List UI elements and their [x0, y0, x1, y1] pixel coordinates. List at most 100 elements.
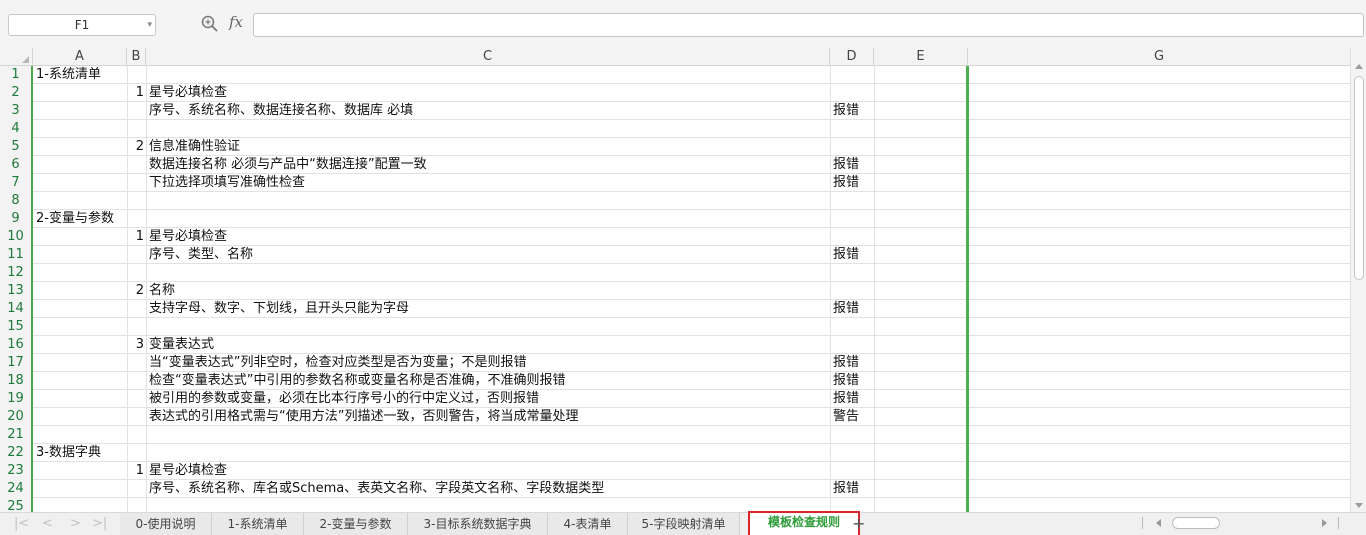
cell-a[interactable] [36, 138, 126, 156]
scroll-right-icon[interactable] [1322, 519, 1327, 527]
cell-a[interactable] [36, 318, 126, 336]
cell-c[interactable]: 变量表达式 [149, 336, 829, 354]
row-header[interactable]: 17 [0, 354, 33, 372]
cell-d[interactable] [833, 498, 873, 512]
cell-c[interactable] [149, 264, 829, 282]
cell-b[interactable] [127, 264, 144, 282]
cell-a[interactable] [36, 372, 126, 390]
row-header[interactable]: 9 [0, 210, 33, 228]
cell-b[interactable] [127, 246, 144, 264]
cell-c[interactable] [149, 210, 829, 228]
cell-a[interactable] [36, 426, 126, 444]
row-header[interactable]: 20 [0, 408, 33, 426]
vertical-scrollbar[interactable] [1350, 48, 1366, 512]
cell-c[interactable]: 星号必填检查 [149, 84, 829, 102]
cell-d[interactable]: 报错 [833, 246, 873, 264]
scroll-left-icon[interactable] [1156, 519, 1161, 527]
cell-a[interactable] [36, 282, 126, 300]
prev-sheet-icon[interactable]: < [42, 516, 53, 531]
cell-b[interactable] [127, 498, 144, 512]
cell-a[interactable] [36, 498, 126, 512]
row-header[interactable]: 10 [0, 228, 33, 246]
row-header[interactable]: 18 [0, 372, 33, 390]
cell-b[interactable]: 1 [127, 228, 144, 246]
row-header[interactable]: 24 [0, 480, 33, 498]
cell-c[interactable]: 数据连接名称 必须与产品中“数据连接”配置一致 [149, 156, 829, 174]
cell-d[interactable]: 报错 [833, 156, 873, 174]
row-header[interactable]: 3 [0, 102, 33, 120]
cell-c[interactable]: 名称 [149, 282, 829, 300]
cell-c[interactable]: 序号、系统名称、库名或Schema、表英文名称、字段英文名称、字段数据类型 [149, 480, 829, 498]
row-header[interactable]: 2 [0, 84, 33, 102]
sheet-tab[interactable]: 模板检查规则 [748, 511, 860, 535]
cell-b[interactable] [127, 372, 144, 390]
cell-a[interactable] [36, 480, 126, 498]
column-header-g[interactable]: G [968, 48, 1350, 66]
row-header[interactable]: 12 [0, 264, 33, 282]
cell-d[interactable] [833, 426, 873, 444]
cell-b[interactable] [127, 444, 144, 462]
fx-icon[interactable]: fx [229, 13, 243, 31]
sheet-tab[interactable]: 3-目标系统数据字典 [408, 513, 548, 535]
cell-d[interactable]: 报错 [833, 354, 873, 372]
column-header-e[interactable]: E [874, 48, 968, 66]
column-header-b[interactable]: B [127, 48, 146, 66]
row-header[interactable]: 5 [0, 138, 33, 156]
cell-c[interactable] [149, 66, 829, 84]
cell-d[interactable] [833, 228, 873, 246]
cell-b[interactable] [127, 210, 144, 228]
cell-b[interactable] [127, 426, 144, 444]
cell-a[interactable]: 3-数据字典 [36, 444, 126, 462]
cell-b[interactable]: 2 [127, 138, 144, 156]
cell-c[interactable]: 当“变量表达式”列非空时，检查对应类型是否为变量；不是则报错 [149, 354, 829, 372]
cell-c[interactable] [149, 444, 829, 462]
cell-b[interactable]: 2 [127, 282, 144, 300]
row-header[interactable]: 7 [0, 174, 33, 192]
cell-a[interactable] [36, 174, 126, 192]
cell-c[interactable]: 序号、类型、名称 [149, 246, 829, 264]
column-header-a[interactable]: A [33, 48, 127, 66]
cell-b[interactable] [127, 390, 144, 408]
sheet-tab[interactable]: 2-变量与参数 [304, 513, 408, 535]
row-header[interactable]: 23 [0, 462, 33, 480]
last-sheet-icon[interactable]: >| [92, 516, 107, 531]
cell-a[interactable]: 2-变量与参数 [36, 210, 126, 228]
select-all-corner[interactable] [0, 48, 33, 66]
sheet-tab[interactable]: 4-表清单 [548, 513, 628, 535]
cell-a[interactable] [36, 462, 126, 480]
cell-a[interactable] [36, 228, 126, 246]
cell-d[interactable] [833, 264, 873, 282]
cell-b[interactable] [127, 192, 144, 210]
cell-b[interactable] [127, 354, 144, 372]
first-sheet-icon[interactable]: |< [14, 516, 29, 531]
hscroll-thumb[interactable] [1172, 517, 1220, 529]
cell-a[interactable] [36, 300, 126, 318]
row-header[interactable]: 16 [0, 336, 33, 354]
name-box-dropdown-icon[interactable]: ▾ [147, 15, 152, 35]
row-header[interactable]: 13 [0, 282, 33, 300]
column-header-c[interactable]: C [146, 48, 830, 66]
cell-d[interactable] [833, 192, 873, 210]
cell-c[interactable]: 检查“变量表达式”中引用的参数名称或变量名称是否准确，不准确则报错 [149, 372, 829, 390]
cell-a[interactable] [36, 84, 126, 102]
cell-c[interactable] [149, 426, 829, 444]
add-sheet-icon[interactable]: + [852, 514, 865, 533]
row-header[interactable]: 19 [0, 390, 33, 408]
cell-b[interactable] [127, 408, 144, 426]
cell-d[interactable] [833, 444, 873, 462]
cell-c[interactable] [149, 498, 829, 512]
next-sheet-icon[interactable]: > [70, 516, 81, 531]
horizontal-scrollbar[interactable] [1142, 517, 1342, 531]
cell-a[interactable] [36, 102, 126, 120]
cell-b[interactable] [127, 300, 144, 318]
cell-a[interactable] [36, 390, 126, 408]
cell-a[interactable] [36, 246, 126, 264]
scroll-down-icon[interactable] [1355, 503, 1363, 508]
cell-a[interactable] [36, 408, 126, 426]
row-header[interactable]: 11 [0, 246, 33, 264]
cell-a[interactable] [36, 336, 126, 354]
cell-a[interactable]: 1-系统清单 [36, 66, 126, 84]
sheet-tab[interactable]: 5-字段映射清单 [628, 513, 740, 535]
cell-d[interactable]: 报错 [833, 102, 873, 120]
row-header[interactable]: 22 [0, 444, 33, 462]
